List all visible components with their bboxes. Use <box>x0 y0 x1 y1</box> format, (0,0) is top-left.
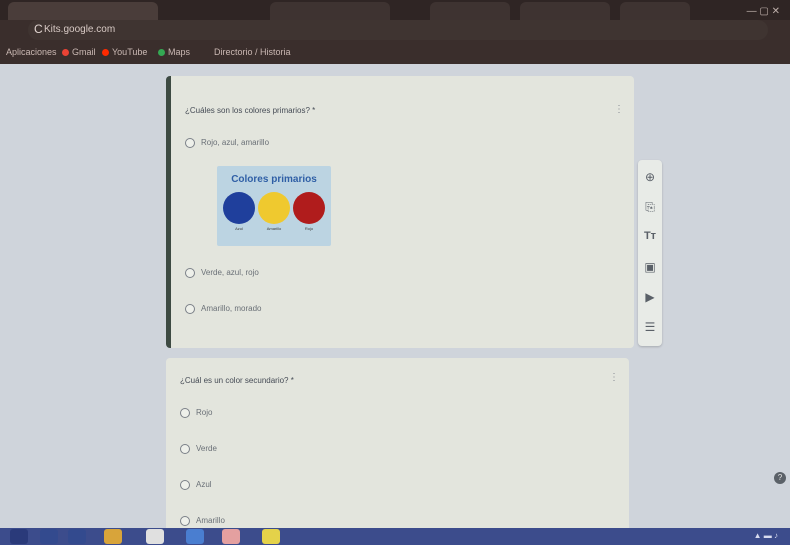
radio-icon[interactable] <box>180 480 190 490</box>
drag-handle-icon[interactable]: ⋮ <box>609 372 619 383</box>
red-circle <box>293 192 325 224</box>
app-icon[interactable] <box>262 529 280 544</box>
option-1[interactable]: Rojo <box>180 408 212 418</box>
import-questions-icon[interactable]: ⎘ <box>638 200 662 215</box>
address-bar[interactable] <box>28 20 768 40</box>
option-3[interactable]: Azul <box>180 480 212 490</box>
radio-icon[interactable] <box>180 516 190 526</box>
image-label: Rojo <box>304 226 314 231</box>
drag-handle-icon[interactable]: ⋮ <box>614 104 624 115</box>
radio-icon[interactable] <box>185 138 195 148</box>
question-card-2[interactable]: ¿Cuál es un color secundario? * ⋮ Rojo V… <box>166 358 629 533</box>
question-card-1[interactable]: ¿Cuáles son los colores primarios? * ⋮ R… <box>166 76 634 348</box>
bookmark-apps[interactable]: Aplicaciones <box>6 47 57 57</box>
gmail-icon <box>62 49 69 57</box>
image-label: Azul <box>235 226 243 231</box>
search-icon[interactable] <box>40 529 58 544</box>
app-icon[interactable] <box>186 529 204 544</box>
option-2[interactable]: Verde <box>180 444 217 454</box>
add-section-icon[interactable]: ☰ <box>638 320 662 334</box>
browser-chrome: Kits.google.com — ▢ ✕ C <box>0 0 790 42</box>
question-image[interactable]: Colores primarios Azul Amarillo Rojo <box>217 166 331 246</box>
option-4[interactable]: Amarillo <box>180 516 225 526</box>
bookmark-maps[interactable]: Maps <box>158 47 190 57</box>
tab-strip <box>0 0 790 20</box>
radio-icon[interactable] <box>185 304 195 314</box>
maps-icon <box>158 49 165 57</box>
radio-icon[interactable] <box>180 408 190 418</box>
youtube-icon <box>102 49 109 57</box>
radio-icon[interactable] <box>185 268 195 278</box>
bookmark-gmail[interactable]: Gmail <box>62 47 96 57</box>
floating-toolbar: ⊕ ⎘ Tт ▣ ▶ ☰ <box>638 160 662 346</box>
yellow-circle <box>258 192 290 224</box>
radio-icon[interactable] <box>180 444 190 454</box>
app-icon[interactable] <box>222 529 240 544</box>
blue-circle <box>223 192 255 224</box>
bookmark-youtube[interactable]: YouTube <box>102 47 147 57</box>
system-tray[interactable]: ▲ ▬ ♪ <box>754 531 778 540</box>
tab-4[interactable] <box>520 2 610 20</box>
url-text: Kits.google.com <box>44 24 116 35</box>
bookmarks-bar: Aplicaciones Gmail YouTube Maps Director… <box>0 42 790 64</box>
taskbar: ▲ ▬ ♪ <box>0 528 790 545</box>
option-3[interactable]: Amarillo, morado <box>185 304 261 314</box>
add-title-icon[interactable]: Tт <box>638 230 662 242</box>
file-explorer-icon[interactable] <box>104 529 122 544</box>
tab-2[interactable] <box>270 2 390 20</box>
image-label: Amarillo <box>266 226 282 231</box>
tab-5[interactable] <box>620 2 690 20</box>
task-view-icon[interactable] <box>68 529 86 544</box>
question-title[interactable]: ¿Cuáles son los colores primarios? * <box>185 106 315 115</box>
add-question-icon[interactable]: ⊕ <box>638 170 662 184</box>
window-controls[interactable]: — ▢ ✕ <box>747 6 780 17</box>
reload-icon[interactable]: C <box>34 22 43 36</box>
option-2[interactable]: Verde, azul, rojo <box>185 268 259 278</box>
tab-3[interactable] <box>430 2 510 20</box>
add-video-icon[interactable]: ▶ <box>638 290 662 304</box>
chrome-icon[interactable] <box>146 529 164 544</box>
question-title[interactable]: ¿Cuál es un color secundario? * <box>180 376 294 385</box>
image-title: Colores primarios <box>231 174 317 185</box>
tab-active[interactable] <box>8 2 158 20</box>
help-button[interactable]: ? <box>774 472 786 484</box>
start-icon[interactable] <box>10 529 28 544</box>
option-1[interactable]: Rojo, azul, amarillo <box>185 138 269 148</box>
bookmark-history[interactable]: Directorio / Historia <box>214 47 291 57</box>
add-image-icon[interactable]: ▣ <box>638 260 662 274</box>
